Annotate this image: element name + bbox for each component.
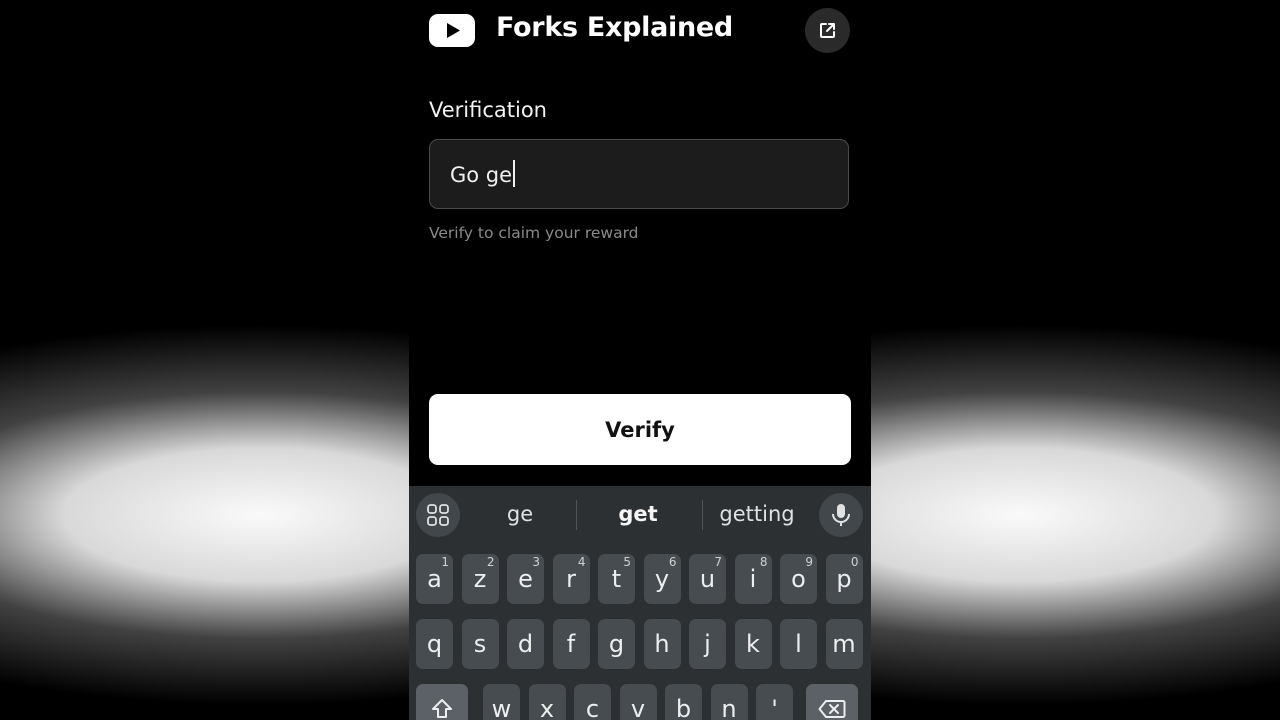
key-n[interactable]: n [710,684,748,720]
key-label: h [654,630,670,658]
key-hint: 3 [532,555,540,569]
verification-label: Verification [429,98,547,122]
key-j[interactable]: j [689,619,726,669]
key-h[interactable]: h [643,619,681,669]
key-g[interactable]: g [598,619,635,669]
key-hint: 2 [486,555,495,569]
key-hint: 6 [668,555,677,569]
suggestion-get[interactable]: get [583,502,693,526]
key-label: o [791,565,806,593]
key-label: l [795,630,802,658]
key-label: n [721,695,737,720]
key-label: z [473,565,487,593]
suggestion-bar: ge get getting [409,486,871,546]
key-label: i [749,565,757,593]
key-r[interactable]: r4 [552,554,590,604]
key-hint: 7 [714,555,722,569]
key-label: p [836,565,852,593]
microphone-icon [832,504,850,526]
key-s[interactable]: s [461,619,499,669]
key-i[interactable]: i8 [734,554,772,604]
key-label: u [699,565,716,593]
key-hint: 9 [805,555,813,569]
youtube-logo-icon [429,14,475,47]
key-label: t [611,565,622,593]
key-label: ' [771,695,778,720]
key-hint: 5 [623,555,631,569]
shift-key[interactable] [416,684,468,720]
open-external-icon [820,23,835,38]
key-apostrophe[interactable]: ' [756,684,793,720]
verify-button[interactable]: Verify [429,394,851,465]
suggestion-divider [576,500,577,530]
key-q[interactable]: q [416,619,453,669]
key-k[interactable]: k [734,619,772,669]
key-a[interactable]: a1 [416,554,453,604]
key-f[interactable]: f [552,619,590,669]
key-x[interactable]: x [528,684,566,720]
suggestion-getting[interactable]: getting [702,502,812,526]
key-t[interactable]: t5 [598,554,635,604]
voice-input-button[interactable] [819,493,863,537]
phone-screen: Forks Explained Verification Go ge Verif… [409,0,871,720]
key-label: y [654,565,670,593]
key-label: r [566,565,576,593]
key-d[interactable]: d [507,619,544,669]
key-y[interactable]: y6 [643,554,681,604]
key-label: j [704,630,711,658]
key-hint: 4 [577,555,586,569]
key-label: d [517,630,534,658]
key-label: m [832,630,856,658]
key-hint: 1 [441,555,449,569]
apps-grid-icon [427,504,449,526]
key-v[interactable]: v [619,684,657,720]
key-label: b [675,695,692,720]
backspace-key[interactable] [806,684,858,720]
key-label: a [427,565,442,593]
open-external-button[interactable] [805,8,850,53]
key-hint: 0 [850,555,859,569]
keyboard-menu-button[interactable] [416,493,460,537]
key-label: f [566,630,576,658]
suggestion-ge[interactable]: ge [465,502,575,526]
on-screen-keyboard: ge get getting a1z2e3r4t5y6u7i8o9p0 qsdf… [409,486,871,720]
backspace-icon [818,700,846,718]
key-c[interactable]: c [574,684,611,720]
key-label: v [630,695,646,720]
key-label: w [491,695,512,720]
key-o[interactable]: o9 [780,554,817,604]
verification-input[interactable]: Go ge [429,139,849,209]
verification-input-value: Go ge [450,163,513,187]
key-e[interactable]: e3 [507,554,544,604]
key-u[interactable]: u7 [689,554,726,604]
key-l[interactable]: l [780,619,817,669]
key-m[interactable]: m [825,619,863,669]
key-label: g [608,630,625,658]
key-w[interactable]: w [483,684,520,720]
key-p[interactable]: p0 [825,554,863,604]
key-hint: 8 [759,555,768,569]
helper-text: Verify to claim your reward [429,224,639,242]
shift-icon [432,699,452,718]
key-label: c [585,695,600,720]
key-b[interactable]: b [665,684,702,720]
key-label: x [539,695,555,720]
key-label: q [426,630,443,658]
key-label: e [518,565,533,593]
text-caret [513,160,516,187]
key-z[interactable]: z2 [461,554,499,604]
key-label: s [473,630,487,658]
page-title: Forks Explained [496,12,733,43]
key-label: k [746,630,760,658]
